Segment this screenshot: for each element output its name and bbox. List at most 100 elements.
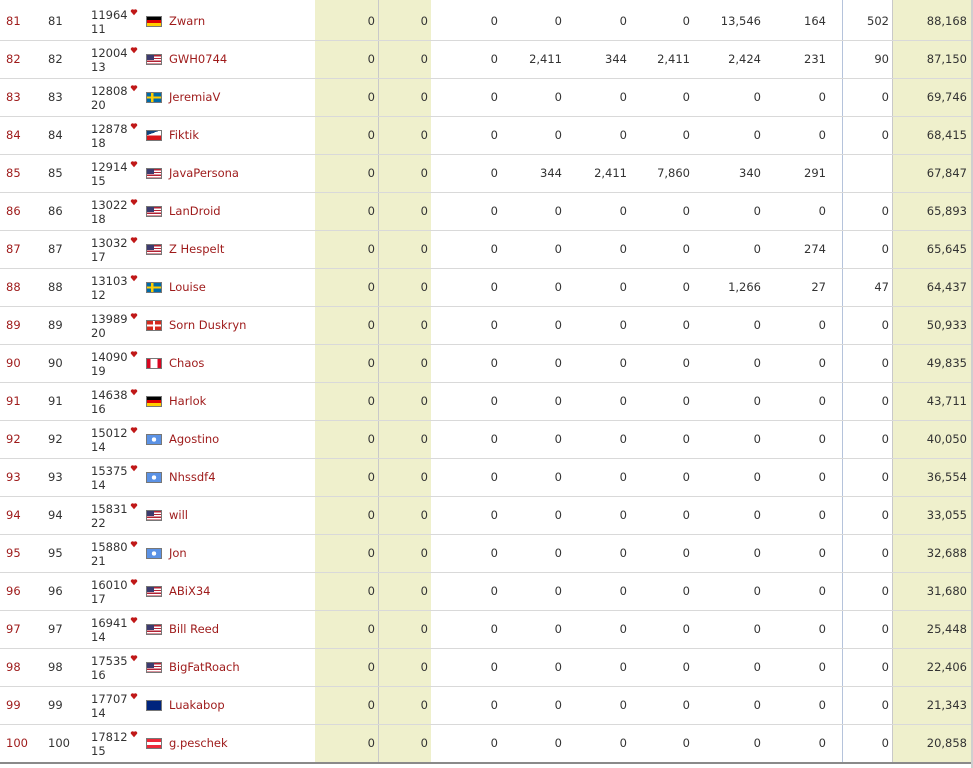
total-cell: 40,050 (926, 432, 967, 446)
stat-cell: 0 (682, 356, 690, 370)
player-name-link[interactable]: will (169, 497, 188, 534)
table-row: 95 95 15880 21 Jon 0 0 0 0 0 0 0 0 0 32,688 (0, 535, 971, 573)
total-cell: 21,343 (926, 698, 967, 712)
player-name-link[interactable]: JavaPersona (169, 155, 239, 192)
score-sub-value: 17 (91, 250, 106, 264)
stat-cell: 90 (874, 52, 889, 66)
position-cell: 93 (6, 470, 21, 484)
table-row: 85 85 12914 15 JavaPersona 0 0 0 344 2,411 7,860 34… (0, 155, 971, 193)
stat-cell: 0 (420, 90, 428, 104)
stat-cell: 0 (881, 736, 889, 750)
score-cell: 15375 14 (91, 464, 138, 501)
score-sub-value: 20 (91, 326, 106, 340)
player-name-link[interactable]: ABiX34 (169, 573, 210, 610)
player-name-link[interactable]: Jon (169, 535, 187, 572)
total-cell: 88,168 (926, 14, 967, 28)
score-value: 17812 (91, 730, 128, 744)
position-cell: 89 (6, 318, 21, 332)
player-name-link[interactable]: Sorn Duskryn (169, 307, 246, 344)
player-name-link[interactable]: JeremiaV (169, 79, 220, 116)
stat-cell: 0 (881, 204, 889, 218)
player-name-link[interactable]: Bill Reed (169, 611, 219, 648)
stat-cell: 0 (881, 546, 889, 560)
player-name-link[interactable]: Louise (169, 269, 206, 306)
country-flag-icon (146, 548, 162, 559)
total-cell: 49,835 (926, 356, 967, 370)
player-name-link[interactable]: Luakabop (169, 687, 225, 724)
rank-cell: 94 (48, 508, 63, 522)
country-flag-icon (146, 358, 162, 369)
score-sub-value: 14 (91, 706, 106, 720)
score-cell: 12878 18 (91, 122, 138, 159)
score-cell: 16941 14 (91, 616, 138, 653)
total-cell: 50,933 (926, 318, 967, 332)
player-name-link[interactable]: g.peschek (169, 725, 228, 762)
position-cell: 95 (6, 546, 21, 560)
score-sub-value: 14 (91, 440, 106, 454)
stat-cell: 0 (682, 204, 690, 218)
score-sub-value: 11 (91, 22, 106, 36)
position-cell: 85 (6, 166, 21, 180)
score-value: 15831 (91, 502, 128, 516)
stat-cell: 0 (881, 394, 889, 408)
flag-canton (147, 511, 154, 516)
trend-down-icon (130, 541, 137, 548)
rank-cell: 96 (48, 584, 63, 598)
player-name-link[interactable]: Zwarn (169, 3, 205, 40)
total-cell: 25,448 (926, 622, 967, 636)
position-cell: 81 (6, 14, 21, 28)
player-name-link[interactable]: GWH0744 (169, 41, 227, 78)
rank-cell: 81 (48, 14, 63, 28)
rank-cell: 97 (48, 622, 63, 636)
score-value: 15012 (91, 426, 128, 440)
table-row: 93 93 15375 14 Nhssdf4 0 0 0 0 0 0 0 0 0 36,554 (0, 459, 971, 497)
player-name-link[interactable]: Harlok (169, 383, 206, 420)
score-value: 14638 (91, 388, 128, 402)
stat-cell: 0 (420, 736, 428, 750)
position-cell: 82 (6, 52, 21, 66)
stat-cell: 0 (881, 698, 889, 712)
stat-cell: 0 (420, 432, 428, 446)
stat-cell: 0 (420, 698, 428, 712)
table-row: 96 96 16010 17 ABiX34 0 0 0 0 0 0 0 0 0 31,680 (0, 573, 971, 611)
stat-cell: 0 (881, 318, 889, 332)
flag-canton (147, 245, 154, 250)
player-name-link[interactable]: Nhssdf4 (169, 459, 216, 496)
table-row: 90 90 14090 19 Chaos 0 0 0 0 0 0 0 0 0 49,835 (0, 345, 971, 383)
trend-down-icon (130, 693, 137, 700)
table-row: 97 97 16941 14 Bill Reed 0 0 0 0 0 0 0 0 0 25,448 (0, 611, 971, 649)
table-row: 91 91 14638 16 Harlok 0 0 0 0 0 0 0 0 0 43,711 (0, 383, 971, 421)
score-value: 15375 (91, 464, 128, 478)
score-value: 13032 (91, 236, 128, 250)
trend-down-icon (130, 237, 137, 244)
player-name-link[interactable]: BigFatRoach (169, 649, 240, 686)
score-cell: 17535 16 (91, 654, 138, 691)
table-row: 88 88 13103 12 Louise 0 0 0 0 0 0 1,266 27 47 64,437 (0, 269, 971, 307)
rank-cell: 91 (48, 394, 63, 408)
player-name-link[interactable]: LanDroid (169, 193, 221, 230)
score-value: 15880 (91, 540, 128, 554)
player-name-link[interactable]: Z Hespelt (169, 231, 224, 268)
score-cell: 14090 19 (91, 350, 138, 387)
score-cell: 13022 18 (91, 198, 138, 235)
player-name-link[interactable]: Chaos (169, 345, 204, 382)
score-value: 13022 (91, 198, 128, 212)
player-name-link[interactable]: Agostino (169, 421, 219, 458)
stat-cell: 0 (420, 660, 428, 674)
stat-cell: 0 (881, 432, 889, 446)
stat-cell: 0 (881, 128, 889, 142)
total-cell: 68,415 (926, 128, 967, 142)
stat-cell: 0 (682, 736, 690, 750)
score-cell: 13032 17 (91, 236, 138, 273)
stat-cell: 0 (881, 470, 889, 484)
stat-cell: 0 (682, 584, 690, 598)
rank-cell: 92 (48, 432, 63, 446)
player-name-link[interactable]: Fiktik (169, 117, 199, 154)
country-flag-icon (146, 54, 162, 65)
stat-cell: 0 (881, 660, 889, 674)
score-value: 17707 (91, 692, 128, 706)
position-cell: 90 (6, 356, 21, 370)
score-cell: 13103 12 (91, 274, 138, 311)
position-cell: 83 (6, 90, 21, 104)
country-flag-icon (146, 168, 162, 179)
